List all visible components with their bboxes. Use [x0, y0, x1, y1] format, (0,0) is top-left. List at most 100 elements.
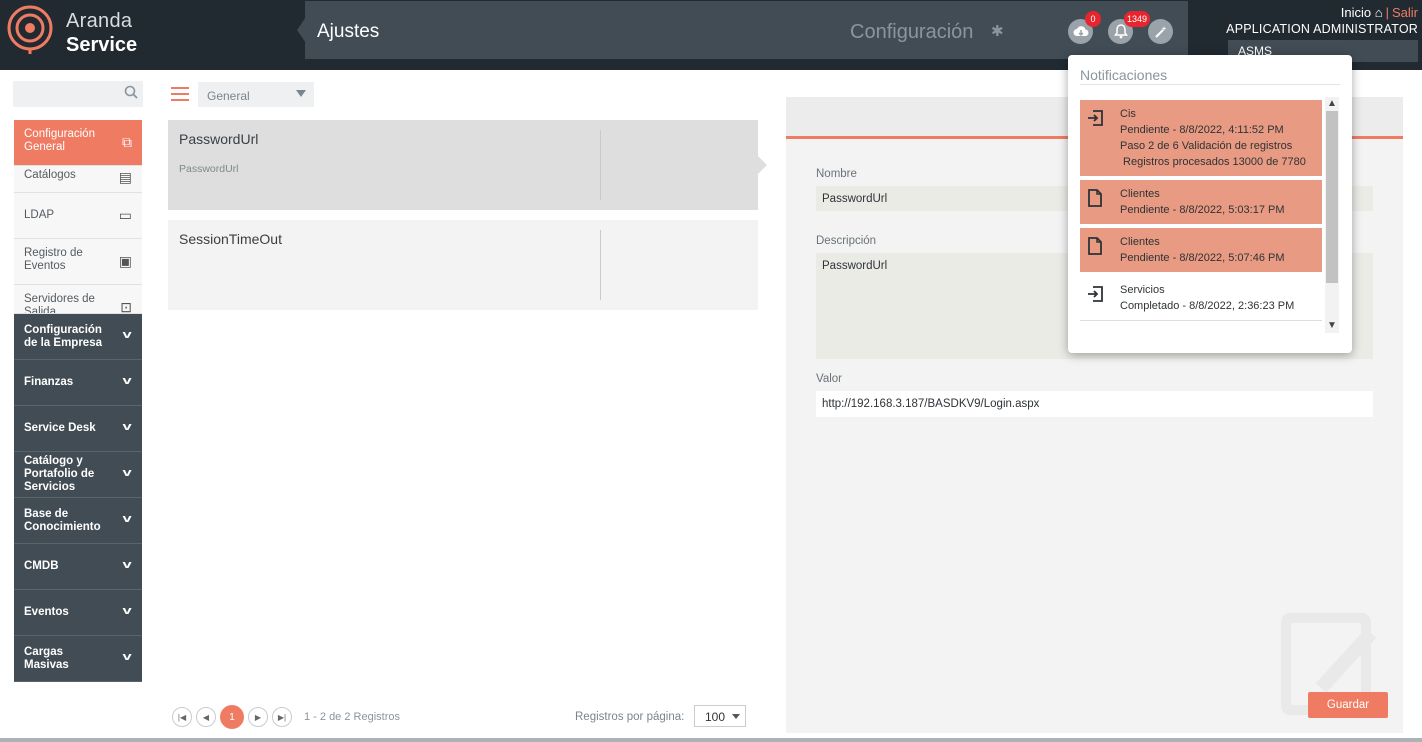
notification-line: Registros procesados 13000 de 7780 [1120, 156, 1306, 168]
user-name[interactable]: APPLICATION ADMINISTRATOR [1226, 22, 1418, 36]
scroll-up-icon[interactable]: ▲ [1325, 97, 1339, 111]
import-icon [1086, 284, 1106, 306]
notification-line: Completado - 8/8/2022, 2:36:23 PM [1120, 300, 1295, 312]
top-links: Inicio ⌂ | Salir [1341, 5, 1418, 20]
file-icon [1086, 188, 1104, 210]
title-bar: Ajustes Configuración ✱ [297, 1, 1188, 59]
scroll-down-icon[interactable]: ▼ [1325, 319, 1339, 333]
valor-label: Valor [816, 373, 842, 385]
nombre-label: Nombre [816, 168, 857, 180]
sidebar-item-ldap[interactable]: LDAP ▭ [14, 193, 142, 239]
magic-wand-icon[interactable] [1148, 19, 1173, 44]
inicio-link[interactable]: Inicio [1341, 5, 1371, 20]
notification-line: Servicios [1120, 284, 1165, 296]
salir-link[interactable]: Salir [1392, 5, 1418, 20]
sidebar-group-label: Catálogo y Portafolio de Servicios [24, 455, 95, 493]
notifications-title: Notificaciones [1080, 67, 1168, 83]
sidebar-group-label: Service Desk [24, 422, 96, 434]
aranda-logo[interactable]: Aranda Service [6, 4, 146, 56]
gear-icon: ✱ [991, 23, 1004, 40]
current-page[interactable]: 1 [220, 705, 244, 729]
scrollbar-thumb[interactable] [1326, 111, 1338, 283]
copy-plus-icon: ⧉ [122, 134, 132, 150]
first-page-icon[interactable]: |◀ [172, 707, 192, 727]
notification-item[interactable]: Servicios Completado - 8/8/2022, 2:36:23… [1080, 276, 1322, 321]
sidebar-group-configuracion-empresa[interactable]: Configuración de la Empresa v [14, 314, 142, 360]
sidebar-group-cargas-masivas[interactable]: Cargas Masivas v [14, 636, 142, 682]
sidebar-group-label: Base de Conocimiento [24, 507, 101, 533]
sidebar-item-servidores-salida[interactable]: Servidores de Salida ⊡ [14, 285, 142, 314]
sidebar-group-cmdb[interactable]: CMDB v [14, 544, 142, 590]
import-icon [1086, 108, 1106, 130]
descripcion-label: Descripción [816, 235, 877, 247]
sidebar-group-label: Configuración de la Empresa [24, 323, 102, 349]
sidebar-group-base-conocimiento[interactable]: Base de Conocimiento v [14, 498, 142, 544]
sidebar-search-input[interactable] [13, 81, 143, 107]
sidebar: Configuración General ⧉ Catálogos ▤ LDAP… [14, 120, 142, 682]
folder-user-icon: ▭ [118, 207, 132, 223]
chevron-down-icon: v [122, 329, 132, 341]
sidebar-group-label: Cargas Masivas [24, 645, 69, 671]
sidebar-group-label: CMDB [24, 560, 59, 572]
chevron-down-icon: v [122, 513, 132, 525]
per-page-label: Registros por página: [575, 711, 685, 723]
sidebar-item-label: Configuración General [24, 128, 95, 153]
notification-line: Clientes [1120, 236, 1160, 248]
list-item-name: SessionTimeOut [179, 231, 282, 247]
hamburger-menu-icon[interactable] [171, 87, 189, 101]
sidebar-item-configuracion-general[interactable]: Configuración General ⧉ [14, 120, 142, 166]
notification-line: Pendiente - 8/8/2022, 5:07:46 PM [1120, 252, 1285, 264]
search-icon[interactable] [124, 85, 138, 102]
pagination: |◀ ◀ 1 ▶ ▶| 1 - 2 de 2 Registros [172, 705, 400, 729]
chevron-down-icon: v [122, 467, 132, 479]
sidebar-group-eventos[interactable]: Eventos v [14, 590, 142, 636]
sidebar-item-registro-eventos[interactable]: Registro de Eventos ▣ [14, 239, 142, 285]
sidebar-item-label: Catálogos [24, 169, 76, 181]
list-item[interactable]: PasswordUrl PasswordUrl [168, 120, 767, 210]
logo-text-line2: Service [66, 34, 138, 56]
outbox-icon: ⊡ [120, 299, 132, 314]
list-item[interactable]: SessionTimeOut [168, 220, 758, 310]
notification-line: Paso 2 de 6 Validación de registros [1120, 140, 1293, 152]
notifications-list: Cis Pendiente - 8/8/2022, 4:11:52 PM Pas… [1080, 100, 1322, 336]
notification-item[interactable]: Cis Pendiente - 8/8/2022, 4:11:52 PM Pas… [1080, 100, 1322, 176]
filter-select-value: General [207, 89, 250, 103]
sidebar-item-catalogos[interactable]: Catálogos ▤ [14, 166, 142, 193]
filter-select[interactable]: General [198, 82, 314, 107]
chevron-down-icon: v [122, 605, 132, 617]
section-title: Configuración [850, 21, 974, 43]
sidebar-item-label: Servidores de Salida [24, 293, 95, 314]
last-page-icon[interactable]: ▶| [272, 707, 292, 727]
chevron-down-icon: v [122, 651, 132, 663]
sidebar-group-finanzas[interactable]: Finanzas v [14, 360, 142, 406]
notification-line: Pendiente - 8/8/2022, 4:11:52 PM [1120, 124, 1284, 136]
sidebar-item-label: LDAP [24, 209, 55, 221]
sidebar-group-catalogo-portafolio[interactable]: Catálogo y Portafolio de Servicios v [14, 452, 142, 498]
clipboard-pulse-icon: ▣ [118, 253, 132, 269]
divider [1080, 84, 1340, 85]
pager-info: 1 - 2 de 2 Registros [304, 711, 400, 723]
notifications-scrollbar[interactable]: ▲ ▼ [1325, 97, 1339, 333]
valor-field[interactable]: http://192.168.3.187/BASDKV9/Login.aspx [816, 391, 1373, 417]
notifications-popup: Notificaciones Cis Pendiente - 8/8/2022,… [1068, 55, 1352, 353]
per-page-select[interactable]: 100 [694, 705, 746, 727]
sidebar-group-service-desk[interactable]: Service Desk v [14, 406, 142, 452]
bell-badge: 1349 [1124, 11, 1151, 27]
home-icon[interactable]: ⌂ [1375, 5, 1383, 20]
chevron-down-icon: v [122, 421, 132, 433]
next-page-icon[interactable]: ▶ [248, 707, 268, 727]
link-separator: | [1385, 5, 1389, 20]
sidebar-item-label: Registro de Eventos [24, 247, 83, 272]
file-icon [1086, 236, 1104, 258]
notification-item[interactable]: Clientes Pendiente - 8/8/2022, 5:07:46 P… [1080, 228, 1322, 272]
prev-page-icon[interactable]: ◀ [196, 707, 216, 727]
bottom-bar [0, 738, 1422, 742]
notification-line: Cis [1120, 108, 1136, 120]
logo-text-line1: Aranda [66, 10, 133, 32]
save-button[interactable]: Guardar [1308, 692, 1388, 718]
card-divider [600, 130, 601, 200]
cloud-badge: 0 [1085, 11, 1101, 27]
page-title: Ajustes [317, 21, 380, 42]
list-item-subtitle: PasswordUrl [179, 163, 239, 175]
notification-item[interactable]: Clientes Pendiente - 8/8/2022, 5:03:17 P… [1080, 180, 1322, 224]
